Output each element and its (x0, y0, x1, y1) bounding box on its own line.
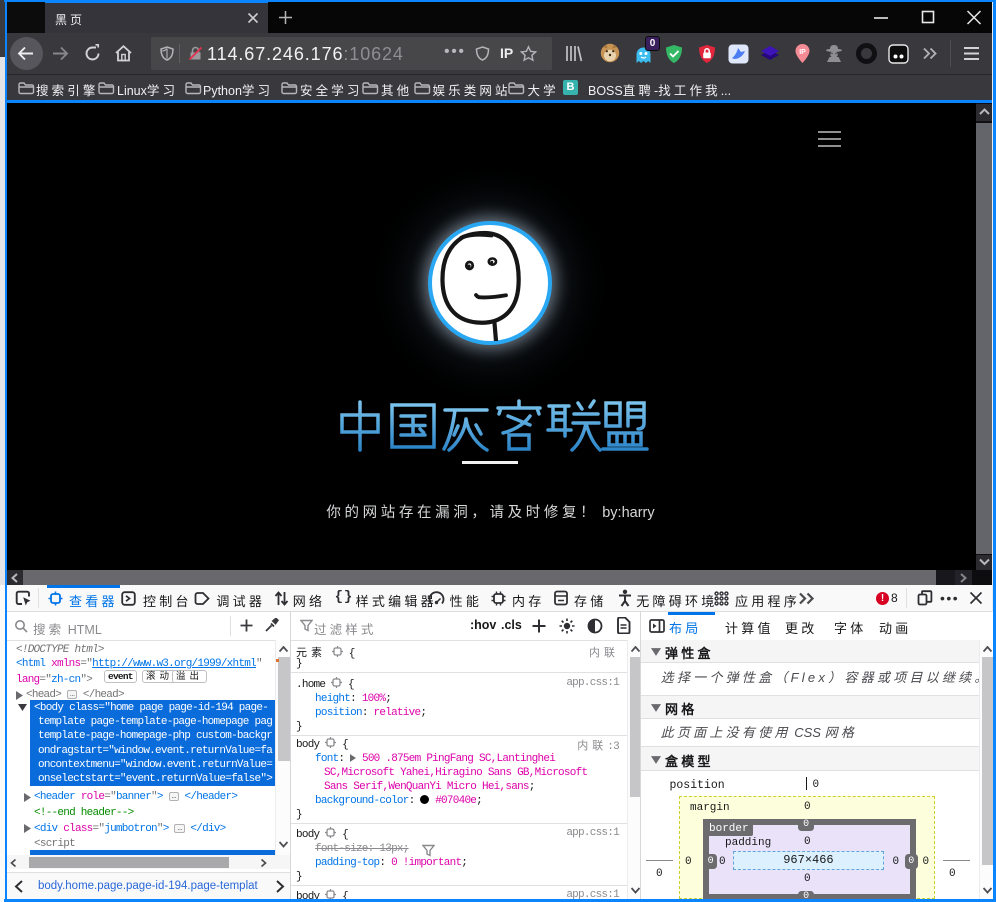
svg-text:IP: IP (799, 49, 806, 56)
